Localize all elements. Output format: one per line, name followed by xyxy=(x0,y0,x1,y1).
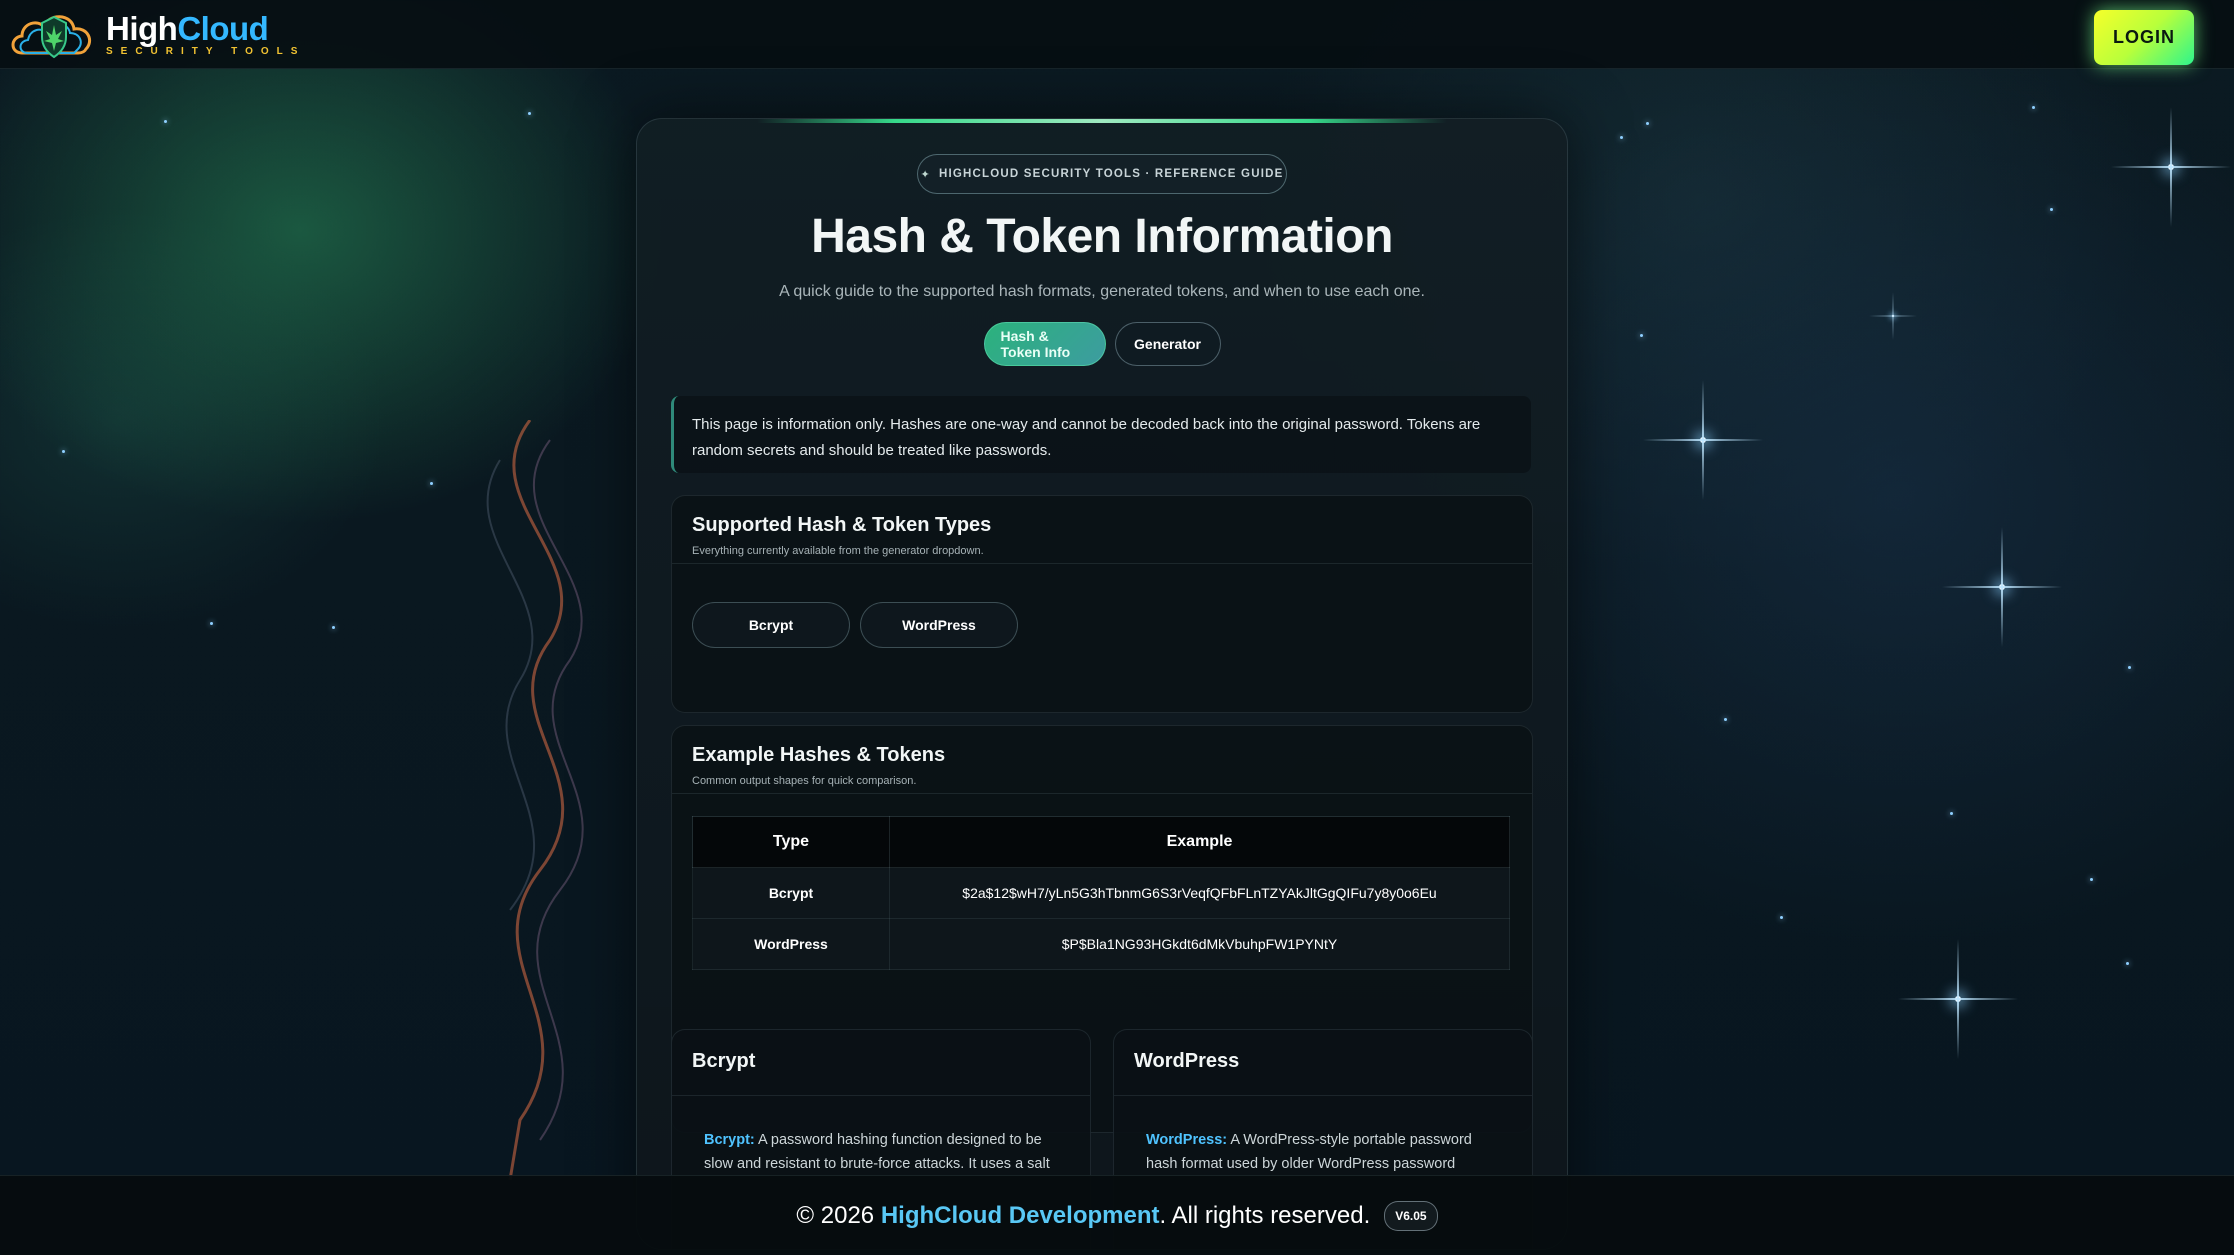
top-navbar: HighCloud SECURITY TOOLS LOGIN xyxy=(0,0,2234,69)
brand-logo[interactable]: HighCloud SECURITY TOOLS xyxy=(8,3,305,65)
examples-subtitle: Common output shapes for quick compariso… xyxy=(692,775,917,787)
row-example-cell: $2a$12$wH7/yLn5G3hTbnmG6S3rVeqfQFbFLnTZY… xyxy=(889,867,1510,919)
examples-table: Type Example Bcrypt $2a$12$wH7/yLn5G3hTb… xyxy=(692,816,1510,970)
footer-year: © 2026 xyxy=(796,1201,875,1229)
type-chip-wordpress[interactable]: WordPress xyxy=(860,602,1018,648)
column-header-type: Type xyxy=(692,816,890,868)
type-chip-bcrypt[interactable]: Bcrypt xyxy=(692,602,850,648)
footer-brand-link[interactable]: HighCloud Development xyxy=(881,1202,1160,1229)
reference-badge: ✦ HIGHCLOUD SECURITY TOOLS · REFERENCE G… xyxy=(917,154,1287,194)
logo-tagline: SECURITY TOOLS xyxy=(106,45,306,57)
row-example-cell: $P$Bla1NG93HGkdt6dMkVbuhpFW1PYNtY xyxy=(889,918,1510,970)
cloud-leaf-logo-icon xyxy=(11,15,91,59)
logo-word-high: High xyxy=(106,9,178,47)
wordpress-detail-text: WordPress: A WordPress-style portable pa… xyxy=(1114,1096,1532,1176)
table-row: Bcrypt $2a$12$wH7/yLn5G3hTbnmG6S3rVeqfQF… xyxy=(692,867,1510,919)
view-tabs: Hash & Token Info Generator xyxy=(637,322,1567,366)
wordpress-keyword: WordPress: xyxy=(1146,1132,1228,1148)
page-footer: © 2026 HighCloud Development. All rights… xyxy=(0,1175,2234,1255)
table-row: WordPress $P$Bla1NG93HGkdt6dMkVbuhpFW1PY… xyxy=(692,918,1510,970)
page-subtitle: A quick guide to the supported hash form… xyxy=(779,283,1425,300)
smoke-wisp xyxy=(486,420,584,1180)
column-header-example: Example xyxy=(889,816,1510,868)
reference-card: ✦ HIGHCLOUD SECURITY TOOLS · REFERENCE G… xyxy=(636,118,1568,1250)
supported-types-section: Supported Hash & Token Types Everything … xyxy=(671,495,1533,713)
card-accent-line xyxy=(757,119,1447,123)
row-type-cell: WordPress xyxy=(692,918,890,970)
diamond-icon: ✦ xyxy=(920,168,931,181)
tab-hash-token-info[interactable]: Hash & Token Info xyxy=(983,322,1106,366)
supported-types-subtitle: Everything currently available from the … xyxy=(692,545,984,557)
tab-generator[interactable]: Generator xyxy=(1114,322,1221,366)
logo-word-cloud: Cloud xyxy=(177,9,269,47)
page-title: Hash & Token Information xyxy=(811,210,1393,263)
bcrypt-detail-text: Bcrypt: A password hashing function desi… xyxy=(672,1096,1090,1176)
supported-types-title: Supported Hash & Token Types xyxy=(692,514,992,536)
bcrypt-detail-title: Bcrypt xyxy=(692,1050,756,1072)
footer-rights: . All rights reserved. xyxy=(1159,1201,1371,1229)
bcrypt-description: A password hashing function designed to … xyxy=(704,1132,1050,1172)
bcrypt-keyword: Bcrypt: xyxy=(704,1132,755,1148)
row-type-cell: Bcrypt xyxy=(692,867,890,919)
info-notice: This page is information only. Hashes ar… xyxy=(671,396,1531,473)
login-button[interactable]: LOGIN xyxy=(2094,10,2194,65)
reference-badge-label: HIGHCLOUD SECURITY TOOLS · REFERENCE GUI… xyxy=(938,168,1284,180)
version-badge: V6.05 xyxy=(1384,1200,1438,1231)
examples-title: Example Hashes & Tokens xyxy=(692,744,946,766)
wordpress-detail-title: WordPress xyxy=(1134,1050,1240,1072)
footer-copyright: © 2026 HighCloud Development. All rights… xyxy=(796,1202,1370,1230)
table-header-row: Type Example xyxy=(692,816,1510,868)
